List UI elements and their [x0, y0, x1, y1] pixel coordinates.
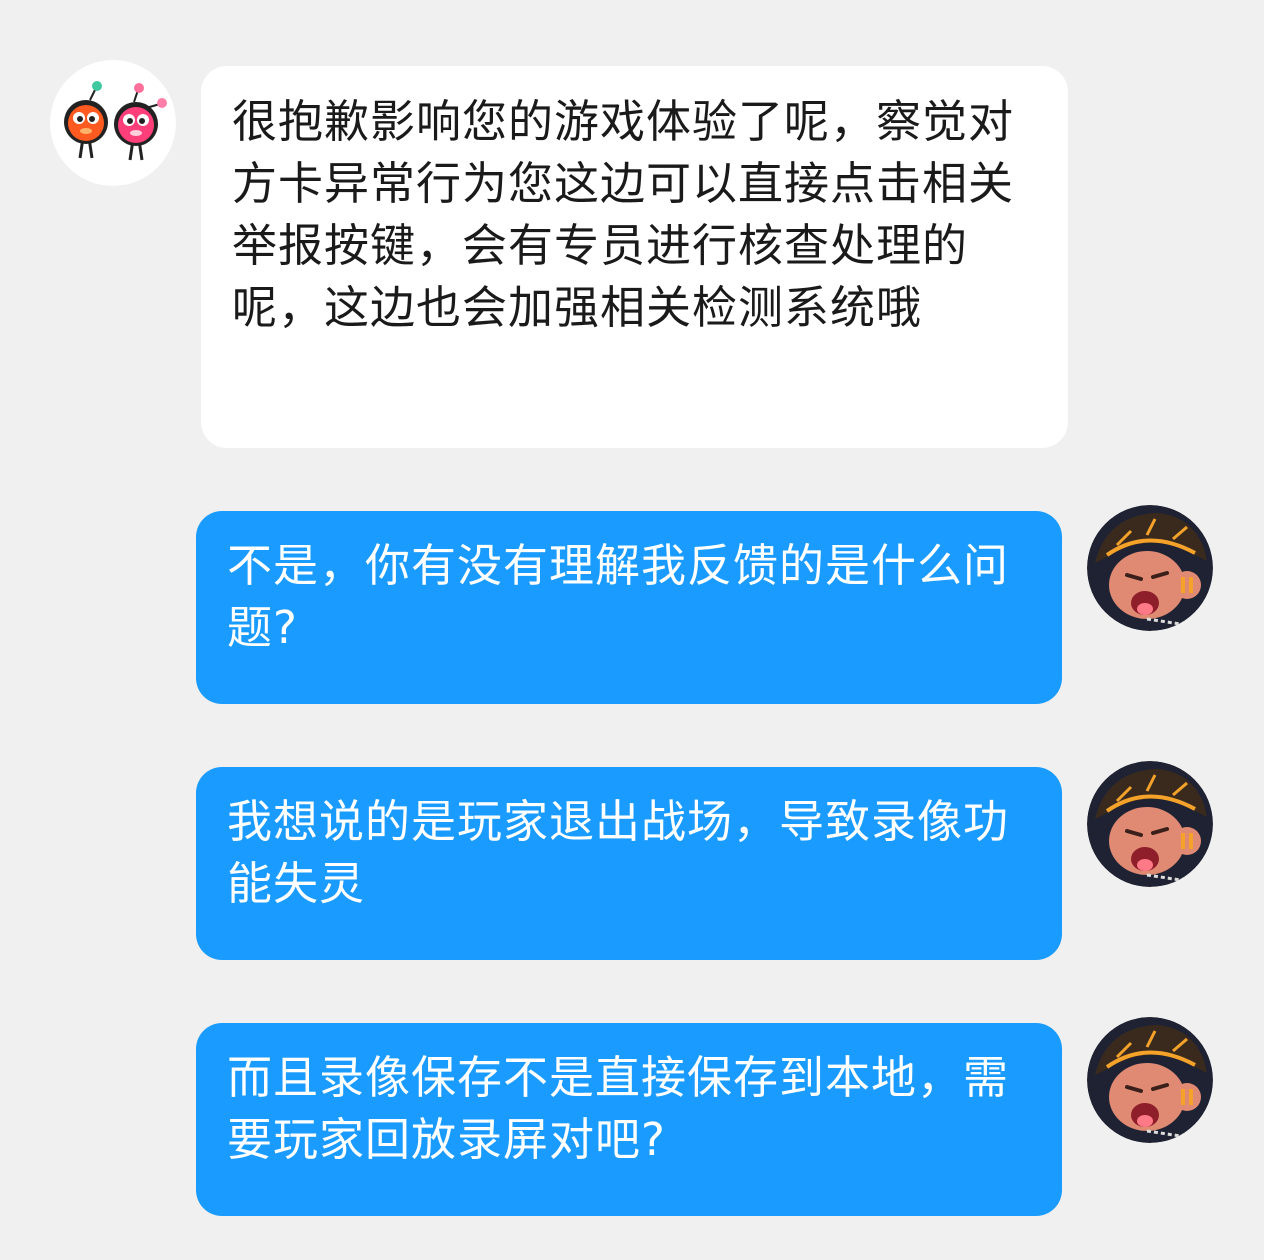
user-avatar[interactable]: [1087, 761, 1213, 887]
support-avatar[interactable]: [50, 60, 176, 186]
player-avatar-icon: [1087, 761, 1213, 887]
chat-conversation: 很抱歉影响您的游戏体验了呢，察觉对方卡异常行为您这边可以直接点击相关举报按键，会…: [0, 0, 1264, 1260]
user-avatar[interactable]: [1087, 505, 1213, 631]
incoming-message-bubble[interactable]: 很抱歉影响您的游戏体验了呢，察觉对方卡异常行为您这边可以直接点击相关举报按键，会…: [201, 66, 1068, 448]
user-avatar[interactable]: [1087, 1017, 1213, 1143]
message-text: 很抱歉影响您的游戏体验了呢，察觉对方卡异常行为您这边可以直接点击相关举报按键，会…: [232, 95, 1015, 334]
message-text: 我想说的是玩家退出战场，导致录像功能失灵: [227, 795, 1010, 910]
outgoing-message-bubble[interactable]: 而且录像保存不是直接保存到本地，需要玩家回放录屏对吧?: [196, 1023, 1062, 1216]
cartoon-mascots-icon: [50, 60, 176, 186]
player-avatar-icon: [1087, 1017, 1213, 1143]
outgoing-message-bubble[interactable]: 不是，你有没有理解我反馈的是什么问题?: [196, 511, 1062, 704]
message-text: 而且录像保存不是直接保存到本地，需要玩家回放录屏对吧?: [227, 1051, 1010, 1166]
message-text: 不是，你有没有理解我反馈的是什么问题?: [227, 539, 1010, 654]
outgoing-message-bubble[interactable]: 我想说的是玩家退出战场，导致录像功能失灵: [196, 767, 1062, 960]
player-avatar-icon: [1087, 505, 1213, 631]
